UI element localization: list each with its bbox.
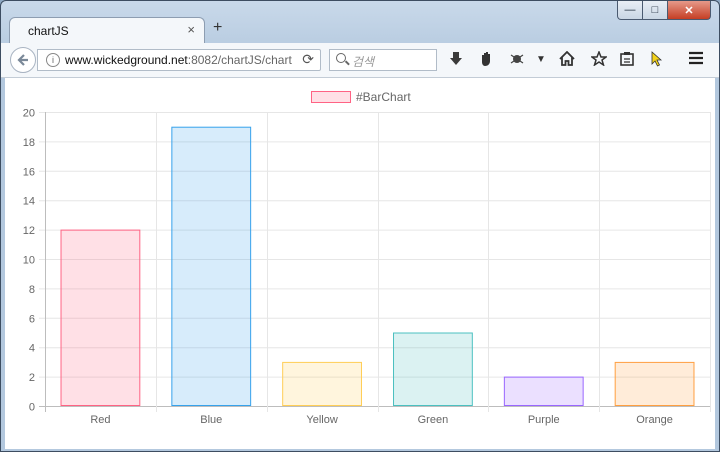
search-bar[interactable]: 검색 <box>329 49 437 71</box>
download-icon[interactable] <box>449 51 463 71</box>
y-tick-label: 10 <box>23 255 35 267</box>
y-tick-label: 0 <box>29 402 35 414</box>
hand-icon[interactable] <box>479 51 493 71</box>
bar-yellow <box>282 361 362 406</box>
info-icon[interactable]: i <box>46 53 60 67</box>
y-tick-label: 8 <box>29 284 35 296</box>
new-tab-button[interactable]: + <box>213 19 222 37</box>
back-button[interactable] <box>10 47 36 73</box>
url-text: www.wickedground.net:8082/chartJS/chart <box>65 53 292 67</box>
back-arrow-icon <box>17 54 28 66</box>
bug-icon[interactable] <box>509 51 525 69</box>
x-tick-label: Red <box>90 414 110 426</box>
url-bar[interactable]: i www.wickedground.net:8082/chartJS/char… <box>37 49 321 71</box>
tab-title: chartJS <box>28 24 69 38</box>
clipboard-icon[interactable] <box>620 51 634 70</box>
y-tick-label: 6 <box>29 313 35 325</box>
star-icon[interactable] <box>589 49 609 70</box>
x-tick-label: Purple <box>528 414 560 426</box>
page-content: #BarChart 0 2 4 6 8 10 12 14 16 18 20 Red Blue Yellow… <box>5 78 715 449</box>
menu-icon[interactable] <box>688 51 704 69</box>
y-tick-label: 12 <box>23 225 35 237</box>
y-tick-label: 16 <box>23 166 35 178</box>
y-tick-label: 2 <box>29 372 35 384</box>
x-tick-label: Orange <box>636 414 673 426</box>
cursor-icon[interactable] <box>651 51 663 71</box>
dropdown-icon[interactable]: ▼ <box>536 54 546 65</box>
search-icon <box>336 53 346 63</box>
reload-icon[interactable]: ⟳ <box>302 51 314 68</box>
bar-purple <box>503 376 584 407</box>
x-tick-label: Green <box>418 414 449 426</box>
x-tick-label: Blue <box>200 414 222 426</box>
tab-chartjs[interactable]: chartJS × <box>9 17 205 43</box>
bar-green <box>393 332 473 406</box>
tab-close-icon[interactable]: × <box>187 22 195 37</box>
search-placeholder: 검색 <box>352 55 375 69</box>
bar-orange <box>614 361 695 406</box>
home-icon[interactable] <box>559 50 575 70</box>
x-tick-label: Yellow <box>306 414 337 426</box>
bar-red <box>60 229 141 406</box>
y-tick-label: 20 <box>23 108 35 120</box>
browser-window: — □ ✕ chartJS × + i www.wickedground.net… <box>0 0 720 452</box>
bar-blue <box>171 126 252 406</box>
y-tick-label: 18 <box>23 137 35 149</box>
tab-bar: chartJS × + <box>1 15 719 43</box>
y-tick-label: 4 <box>29 343 35 355</box>
y-tick-label: 14 <box>23 196 35 208</box>
bar-chart: 0 2 4 6 8 10 12 14 16 18 20 Red Blue Yellow Green Purpl… <box>23 108 711 426</box>
navigation-toolbar: i www.wickedground.net:8082/chartJS/char… <box>1 43 719 78</box>
